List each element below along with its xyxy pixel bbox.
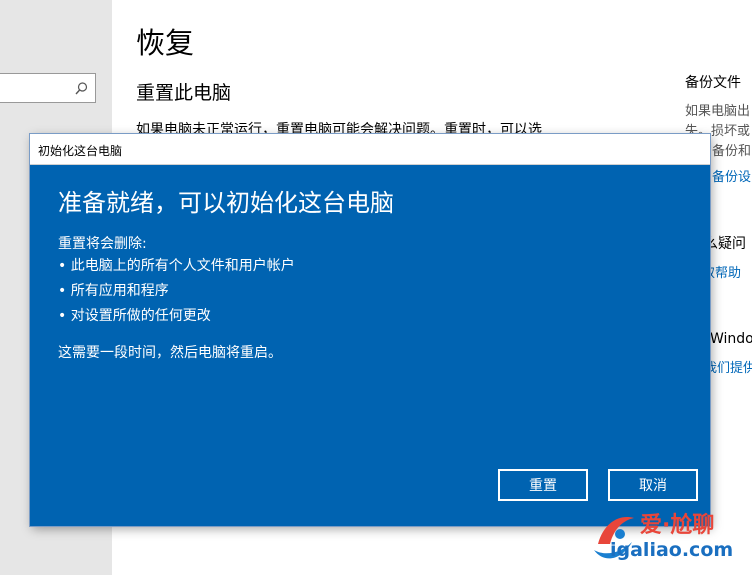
watermark-logo-icon: 爱·尬聊 igaliao.com (594, 512, 733, 561)
page-title: 恢复 (136, 26, 195, 60)
search-input[interactable] (0, 73, 96, 103)
restart-note: 这需要一段时间，然后电脑将重启。 (58, 345, 282, 361)
removal-list: 此电脑上的所有个人文件和用户帐户 所有应用和程序 对设置所做的任何更改 (58, 257, 295, 332)
search-icon (75, 82, 88, 95)
backup-settings-link[interactable]: 备份设 (712, 166, 751, 185)
watermark-title: 爱·尬聊 (640, 512, 714, 538)
reset-pc-dialog: 初始化这台电脑 准备就绪，可以初始化这台电脑 重置将会删除: 此电脑上的所有个人… (30, 134, 710, 526)
dialog-titlebar[interactable]: 初始化这台电脑 (30, 134, 710, 165)
backup-desc-line1: 如果电脑出 (685, 104, 751, 119)
windows-heading: Window (710, 331, 752, 347)
section-title: 重置此电脑 (136, 82, 232, 104)
list-item: 对设置所做的任何更改 (58, 307, 295, 332)
dialog-heading: 准备就绪，可以初始化这台电脑 (58, 189, 394, 217)
list-item: 此电脑上的所有个人文件和用户帐户 (58, 257, 295, 282)
watermark-url: igaliao.com (610, 539, 733, 561)
backup-desc-line3: 备份和 (712, 144, 752, 159)
feedback-link[interactable]: 我们提供 (704, 357, 752, 376)
dialog-title: 初始化这台电脑 (38, 144, 123, 158)
site-watermark: 爱·尬聊 igaliao.com (590, 504, 750, 570)
reset-button[interactable]: 重置 (498, 469, 588, 501)
questions-heading: 么疑问 (704, 236, 746, 252)
removal-intro: 重置将会删除: (58, 236, 147, 252)
list-item: 所有应用和程序 (58, 282, 295, 307)
backup-heading: 备份文件 (685, 75, 741, 91)
dialog-body: 准备就绪，可以初始化这台电脑 重置将会删除: 此电脑上的所有个人文件和用户帐户 … (30, 165, 710, 526)
cancel-button[interactable]: 取消 (608, 469, 698, 501)
